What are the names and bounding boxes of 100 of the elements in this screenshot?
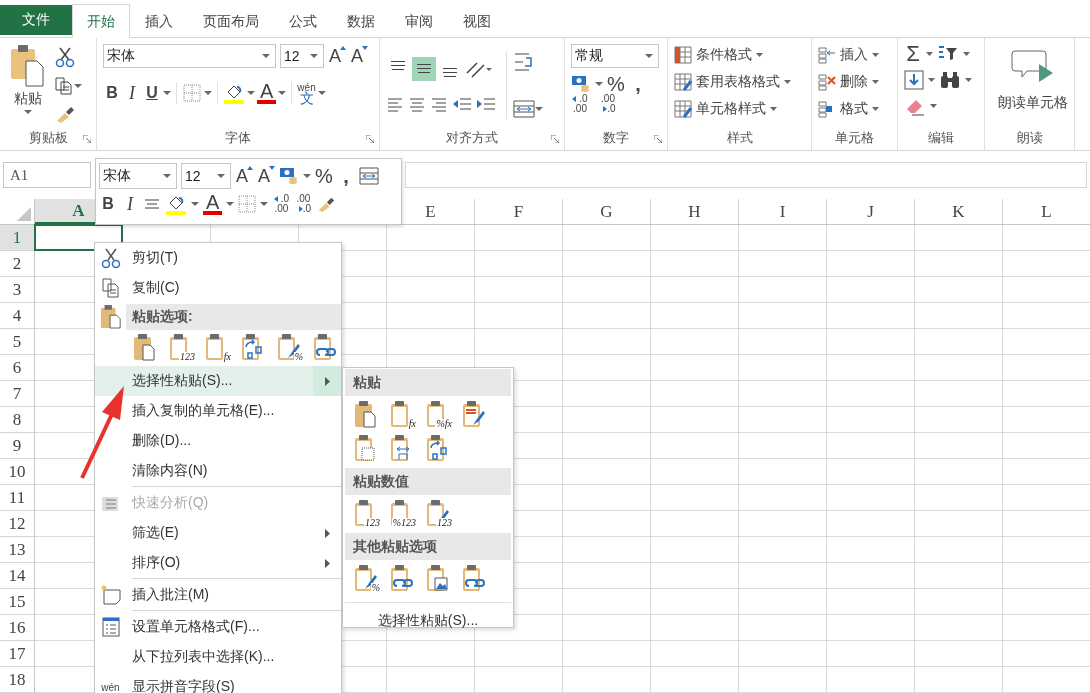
caret-icon[interactable] bbox=[24, 110, 32, 114]
align-icon[interactable] bbox=[408, 95, 426, 113]
ribbon-tab[interactable]: 开始 bbox=[72, 4, 130, 38]
caret-icon[interactable] bbox=[163, 174, 171, 178]
increase-decimal-button[interactable]: .0 .00 bbox=[272, 194, 291, 214]
row-header[interactable]: 17 bbox=[0, 641, 34, 667]
formula-field[interactable] bbox=[405, 162, 1087, 188]
merge-cells-icon[interactable] bbox=[359, 166, 379, 186]
column-header[interactable]: K bbox=[915, 199, 1003, 224]
row-header[interactable]: 10 bbox=[0, 459, 34, 485]
row-header[interactable]: 11 bbox=[0, 485, 34, 511]
row-header[interactable]: 1 bbox=[0, 225, 34, 251]
menu-item[interactable]: 插入复制的单元格(E)... bbox=[95, 396, 341, 426]
paste-option-button[interactable]: fx bbox=[389, 400, 415, 430]
ribbon-tab[interactable]: 视图 bbox=[448, 5, 506, 38]
percent-button[interactable]: % bbox=[607, 74, 625, 94]
row-header[interactable]: 9 bbox=[0, 433, 34, 459]
number-format-field[interactable]: 常规 bbox=[571, 44, 659, 68]
menu-item[interactable]: 删除(D)... bbox=[95, 426, 341, 456]
menu-item[interactable]: 选择性粘贴(S)... bbox=[345, 607, 511, 635]
row-header[interactable]: 3 bbox=[0, 277, 34, 303]
paste-option-button[interactable] bbox=[461, 400, 487, 430]
dialog-launcher-icon[interactable] bbox=[654, 135, 662, 143]
paste-option-button[interactable]: fx bbox=[204, 333, 230, 363]
paste-option-button[interactable]: %fx bbox=[425, 400, 451, 430]
dialog-launcher-icon[interactable] bbox=[551, 135, 559, 143]
row-header[interactable]: 5 bbox=[0, 329, 34, 355]
cells-button[interactable]: 删除 bbox=[818, 71, 891, 92]
caret-icon[interactable] bbox=[930, 104, 937, 108]
row-header[interactable]: 4 bbox=[0, 303, 34, 329]
caret-icon[interactable] bbox=[278, 91, 287, 95]
currency-icon[interactable] bbox=[571, 74, 591, 94]
font-size-field[interactable]: 12 bbox=[280, 44, 324, 68]
caret-icon[interactable] bbox=[317, 91, 326, 95]
decrease-decimal-button[interactable]: .00 .0 bbox=[294, 194, 313, 214]
merge-cells-icon[interactable] bbox=[513, 99, 535, 119]
caret-icon[interactable] bbox=[163, 91, 171, 95]
align-icon[interactable] bbox=[430, 95, 448, 113]
caret-icon[interactable] bbox=[260, 202, 269, 206]
italic-button[interactable]: I bbox=[121, 194, 139, 214]
ribbon-tab[interactable]: 数据 bbox=[332, 5, 390, 38]
paste-option-button[interactable] bbox=[389, 564, 415, 594]
ribbon-tab[interactable]: 页面布局 bbox=[188, 5, 274, 38]
font-name-field[interactable]: 宋体 bbox=[103, 44, 276, 68]
row-header[interactable]: 12 bbox=[0, 511, 34, 537]
paste-option-button[interactable] bbox=[312, 333, 338, 363]
bold-button[interactable]: B bbox=[103, 83, 121, 103]
underline-button[interactable]: U bbox=[143, 83, 161, 103]
dialog-launcher-icon[interactable] bbox=[83, 135, 91, 143]
font-name-field[interactable]: 宋体 bbox=[99, 163, 177, 189]
caret-icon[interactable] bbox=[247, 91, 255, 95]
row-header[interactable]: 8 bbox=[0, 407, 34, 433]
column-header[interactable]: G bbox=[563, 199, 651, 224]
cells-button[interactable]: 插入 bbox=[818, 44, 891, 65]
row-header[interactable]: 14 bbox=[0, 563, 34, 589]
binoculars-icon[interactable] bbox=[939, 70, 961, 90]
paste-option-button[interactable] bbox=[461, 564, 487, 594]
currency-icon[interactable] bbox=[279, 166, 299, 186]
ribbon-tab[interactable]: 审阅 bbox=[390, 5, 448, 38]
speak-cells-button[interactable]: 朗读单元格 bbox=[991, 48, 1075, 112]
file-tab[interactable]: 文件 bbox=[0, 5, 72, 35]
increase-indent-icon[interactable] bbox=[476, 95, 496, 113]
row-header[interactable]: 16 bbox=[0, 615, 34, 641]
align-icon[interactable] bbox=[386, 95, 404, 113]
ribbon-tab[interactable]: 插入 bbox=[130, 5, 188, 38]
row-header[interactable]: 6 bbox=[0, 355, 34, 381]
style-button[interactable]: 套用表格格式 bbox=[674, 71, 805, 92]
caret-icon[interactable] bbox=[310, 54, 318, 58]
menu-item[interactable]: 清除内容(N) bbox=[95, 456, 341, 486]
paste-option-button[interactable]: % bbox=[353, 564, 379, 594]
style-button[interactable]: 单元格样式 bbox=[674, 98, 805, 119]
percent-button[interactable]: % bbox=[315, 166, 333, 186]
caret-icon[interactable] bbox=[963, 52, 970, 56]
fill-down-icon[interactable] bbox=[904, 70, 924, 90]
name-box[interactable]: A1 bbox=[3, 162, 91, 188]
column-header[interactable]: H bbox=[651, 199, 739, 224]
text-orientation-icon[interactable] bbox=[464, 59, 492, 79]
style-button[interactable]: 条件格式 bbox=[674, 44, 805, 65]
wrap-text-icon[interactable] bbox=[513, 51, 535, 73]
font-size-field[interactable]: 12 bbox=[181, 163, 231, 189]
comma-button[interactable]: , bbox=[629, 74, 647, 94]
caret-icon[interactable] bbox=[217, 174, 225, 178]
menu-item[interactable]: 剪切(T) bbox=[95, 243, 341, 273]
caret-icon[interactable] bbox=[928, 78, 935, 82]
shrink-font-button[interactable]: A bbox=[257, 166, 275, 186]
cells-button[interactable]: 格式 bbox=[818, 98, 891, 119]
decrease-decimal-button[interactable]: .00 .0 bbox=[599, 94, 617, 114]
increase-decimal-button[interactable]: .0 .00 bbox=[571, 94, 589, 114]
row-header[interactable]: 18 bbox=[0, 667, 34, 693]
dialog-launcher-icon[interactable] bbox=[366, 135, 374, 143]
decrease-indent-icon[interactable] bbox=[452, 95, 472, 113]
caret-icon[interactable] bbox=[262, 54, 270, 58]
menu-item[interactable]: 排序(O) bbox=[95, 548, 341, 578]
menu-item[interactable]: 从下拉列表中选择(K)... bbox=[95, 642, 341, 672]
phonetic-button[interactable]: wén 文 bbox=[297, 83, 316, 103]
grow-font-button[interactable]: A bbox=[235, 166, 253, 186]
column-header[interactable]: L bbox=[1003, 199, 1090, 224]
caret-icon[interactable] bbox=[303, 174, 311, 178]
caret-icon[interactable] bbox=[226, 202, 235, 206]
caret-icon[interactable] bbox=[535, 107, 543, 111]
